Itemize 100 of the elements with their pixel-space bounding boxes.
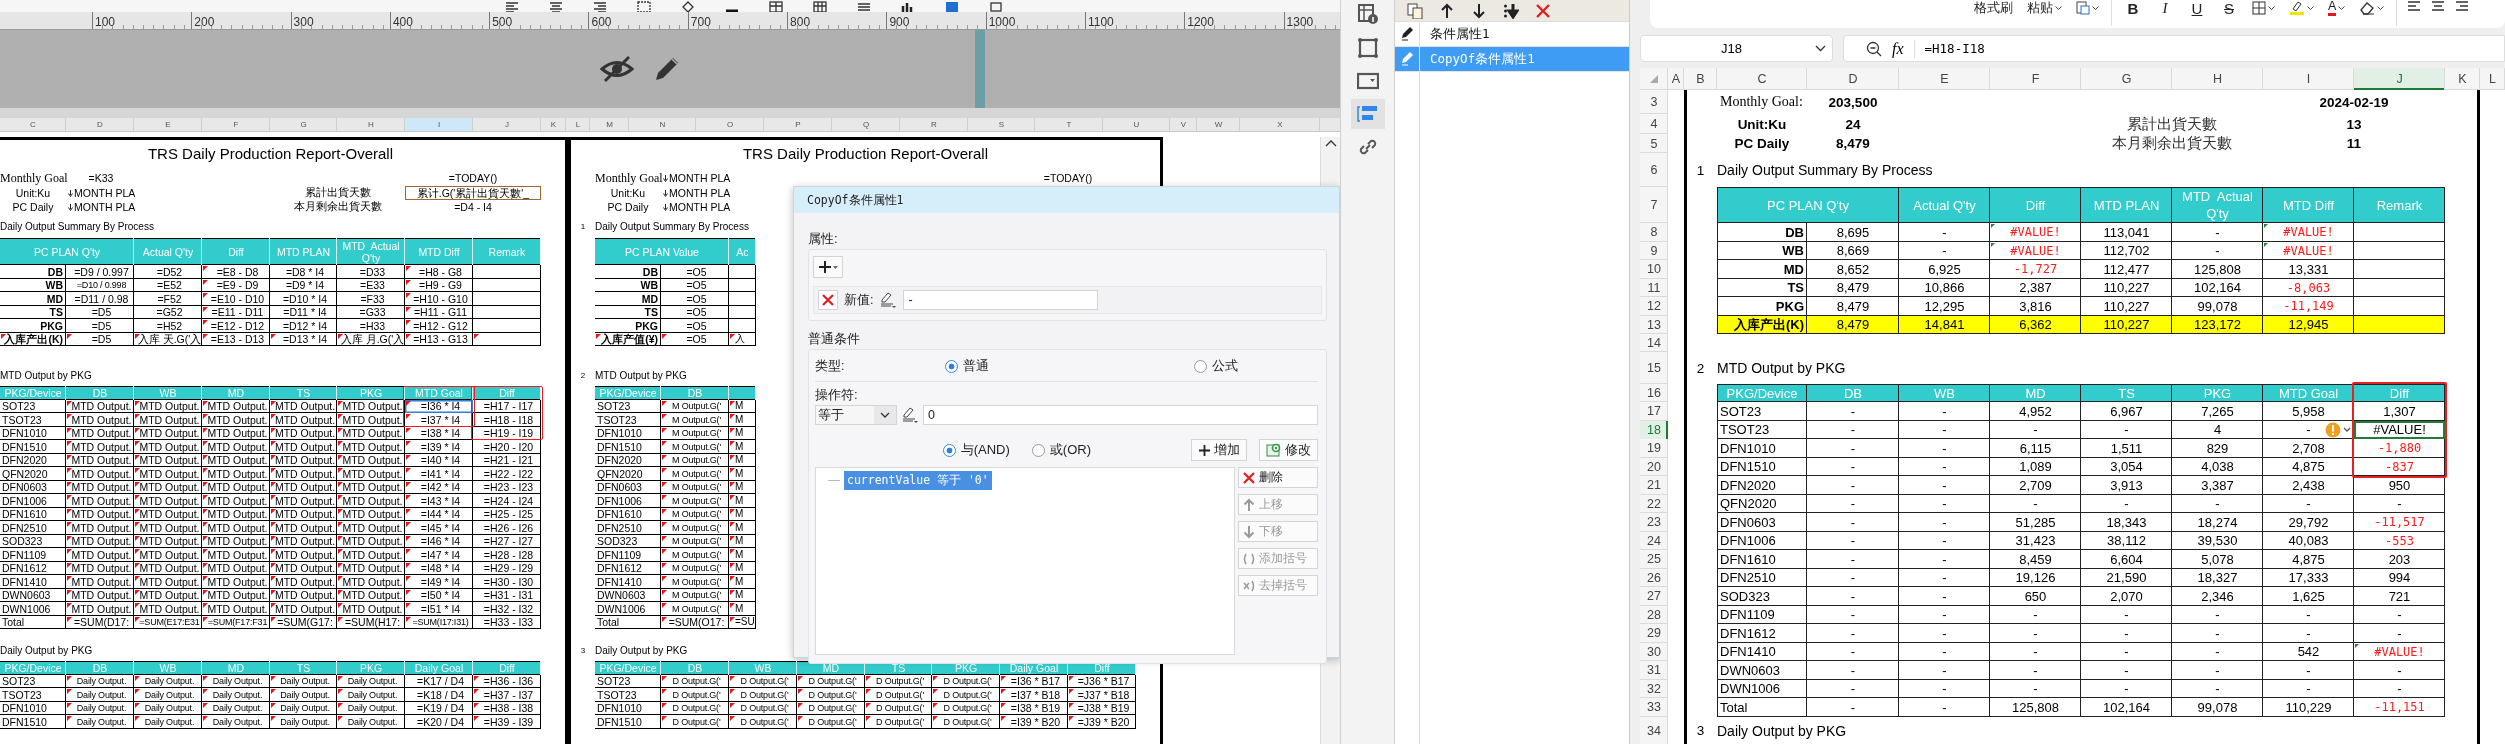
row-header[interactable]: 31 [1640,661,1668,680]
fill-color-button[interactable] [2287,0,2316,16]
strikethrough-button[interactable]: S [2218,0,2240,16]
format-painter-button[interactable]: 格式刷 [1972,0,2015,16]
column-header[interactable]: K [541,118,566,131]
radio-icon[interactable] [945,359,958,373]
add-menu-button[interactable] [813,256,843,278]
row-header[interactable]: 7 [1640,187,1668,223]
italic-button[interactable]: I [2154,0,2176,16]
column-header[interactable]: N [629,118,696,131]
row-header[interactable]: 16 [1640,384,1668,402]
delete-button[interactable]: 删除 [1238,467,1318,488]
row-header[interactable]: 5 [1640,134,1668,153]
radio-button[interactable]: 与(AND) [942,441,1010,459]
radio-icon[interactable] [942,443,956,457]
text-format-icon[interactable] [879,291,898,309]
align-left-icon[interactable] [505,1,519,12]
radio-icon[interactable] [1194,359,1207,373]
frame-icon[interactable] [989,1,1003,12]
column-header[interactable]: M [590,118,629,131]
row-header[interactable]: 17 [1640,402,1668,421]
column-header[interactable]: S [968,118,1035,131]
row-header[interactable]: 19 [1640,439,1668,458]
name-box[interactable]: J18 [1640,35,1833,62]
column-header[interactable]: K [2445,68,2480,90]
row-header[interactable]: 8 [1640,223,1668,242]
column-header[interactable]: D [1807,68,1899,90]
border-icon[interactable] [637,1,651,12]
bold-button[interactable]: B [2122,0,2144,16]
row-header[interactable]: 10 [1640,260,1668,279]
font-color-button[interactable]: A [2326,0,2348,16]
column-header[interactable]: G [2081,68,2172,90]
column-header[interactable]: C [0,118,66,131]
column-header[interactable]: J [473,118,541,131]
row-header[interactable]: 21 [1640,476,1668,495]
column-header[interactable]: F [1990,68,2081,90]
align-center-icon[interactable] [2431,0,2446,12]
align-center-icon[interactable] [549,1,563,12]
row-header[interactable]: 3 [1640,90,1668,114]
paste-options-button[interactable] [2074,0,2101,16]
column-header[interactable]: C [1717,68,1807,90]
grid-icon[interactable] [813,1,827,12]
formula-bar[interactable]: fx =H18-I18 [1843,35,2505,62]
column-header[interactable]: X [1240,118,1320,131]
align-right-icon[interactable] [2455,0,2470,12]
delete-value-button[interactable] [818,290,838,310]
arrow-down-icon[interactable] [1471,2,1487,19]
column-header[interactable]: L [2480,68,2505,90]
text-format-icon[interactable] [901,406,919,424]
column-header[interactable]: I [2263,68,2354,90]
column-header[interactable]: P [764,118,832,131]
radio-button[interactable]: 普通 [945,357,1188,375]
copy-icon[interactable] [1407,2,1423,19]
operand-field[interactable]: 0 [923,405,1318,425]
operator-dropdown[interactable]: 等于 [815,405,897,425]
row-header[interactable]: 14 [1640,334,1668,352]
close-icon[interactable] [1535,2,1551,19]
add-button[interactable]: 增加 [1191,439,1247,461]
radio-button[interactable]: 或(OR) [1031,441,1091,459]
row-header[interactable]: 27 [1640,587,1668,606]
paste-button[interactable]: 粘贴 [2025,0,2064,16]
radio-icon[interactable] [1031,443,1045,457]
move-to-bottom-icon[interactable] [1503,2,1519,19]
tool-button[interactable] [1350,99,1385,129]
column-header[interactable]: J [2354,68,2445,90]
column-header[interactable]: G [270,118,337,131]
chevron-up-icon[interactable] [1324,140,1337,147]
column-header[interactable]: D [66,118,134,131]
column-header[interactable]: E [134,118,202,131]
column-header[interactable]: Q [832,118,900,131]
column-header[interactable]: O [696,118,764,131]
chart-icon[interactable] [901,1,915,12]
arrow-up-icon[interactable] [1439,2,1455,19]
column-header[interactable]: U [1103,118,1170,131]
align-left-icon[interactable] [2407,0,2422,12]
row-header[interactable]: 4 [1640,114,1668,134]
borders-button[interactable] [2250,0,2277,16]
row-header[interactable]: 12 [1640,297,1668,316]
column-header[interactable]: F [202,118,270,131]
row-header[interactable]: 15 [1640,352,1668,384]
align-right-icon[interactable] [593,1,607,12]
column-header[interactable]: B [1684,68,1717,90]
row-header[interactable]: 23 [1640,513,1668,532]
row-header[interactable]: 33 [1640,698,1668,717]
value-field[interactable]: - [903,290,1099,310]
column-header[interactable]: I [405,118,473,131]
radio-button[interactable]: 公式 [1194,357,1238,375]
column-header[interactable]: R [900,118,968,131]
column-header[interactable]: E [1899,68,1990,90]
row-header[interactable]: 25 [1640,550,1668,569]
column-header[interactable]: L [566,118,590,131]
table-icon[interactable] [769,1,783,12]
row-header[interactable]: 29 [1640,624,1668,643]
column-header[interactable]: H [337,118,405,131]
column-header[interactable]: A [1668,68,1684,90]
column-header[interactable]: V [1170,118,1197,131]
column-header[interactable]: H [2172,68,2263,90]
edit-button[interactable]: 修改 [1259,439,1318,461]
row-header[interactable]: 34 [1640,716,1668,744]
underline-button[interactable]: U [2186,0,2208,16]
